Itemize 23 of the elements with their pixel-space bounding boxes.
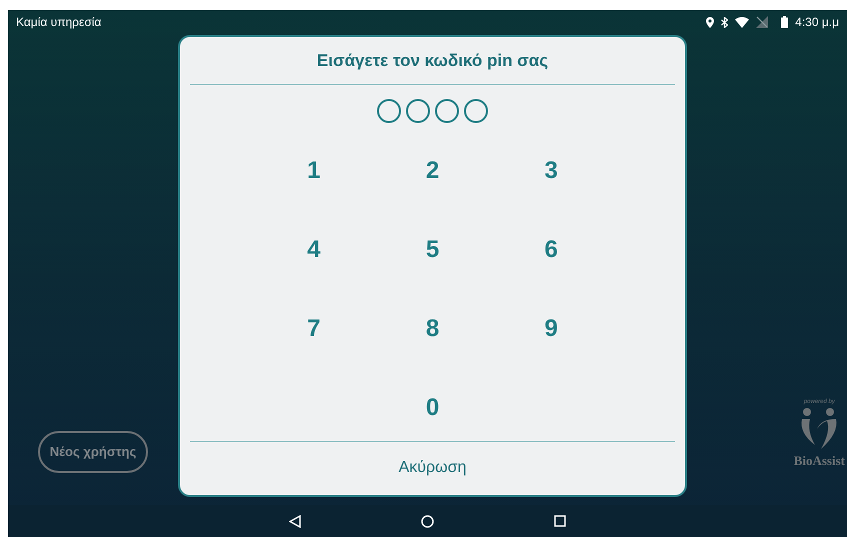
battery-icon bbox=[781, 16, 788, 28]
keypad-key[interactable]: 4 bbox=[299, 232, 328, 268]
bluetooth-icon bbox=[721, 16, 728, 28]
no-signal-icon bbox=[756, 16, 768, 28]
location-icon bbox=[706, 16, 714, 28]
recents-icon[interactable] bbox=[554, 515, 566, 527]
keypad-key[interactable]: 8 bbox=[418, 310, 448, 346]
keypad-key[interactable]: 0 bbox=[418, 390, 448, 426]
back-icon[interactable] bbox=[289, 514, 301, 528]
dialog-title: Εισάγετε τον κωδικό pin σας bbox=[316, 50, 548, 72]
keypad-key[interactable]: 6 bbox=[536, 232, 566, 268]
keypad-key[interactable]: 5 bbox=[418, 232, 448, 268]
keypad-key[interactable]: 2 bbox=[418, 152, 448, 188]
clock-text: 4:30 μ.μ bbox=[795, 14, 839, 31]
wifi-icon bbox=[735, 16, 750, 28]
new-user-button[interactable]: Νέος χρήστης bbox=[38, 431, 148, 473]
keypad-key[interactable]: 1 bbox=[299, 152, 328, 188]
keypad-key[interactable]: 3 bbox=[536, 152, 566, 188]
keypad-key[interactable]: 9 bbox=[536, 310, 566, 346]
carrier-text: Καμία υπηρεσία bbox=[16, 14, 102, 31]
keypad-key[interactable]: 7 bbox=[299, 310, 328, 346]
home-icon[interactable] bbox=[421, 514, 434, 528]
cancel-button[interactable]: Ακύρωση bbox=[398, 456, 466, 480]
